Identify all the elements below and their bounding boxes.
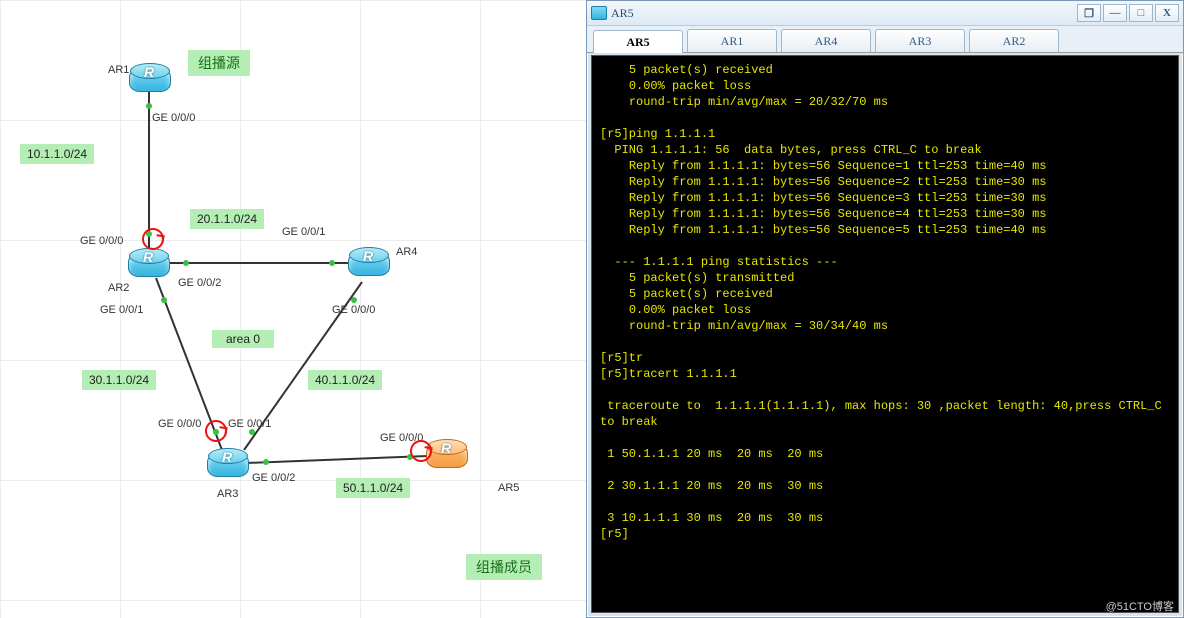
console[interactable]: 5 packet(s) received 0.00% packet loss r… <box>591 55 1179 613</box>
port-ar4-g000: GE 0/0/0 <box>332 304 375 316</box>
label-ar5: AR5 <box>498 482 519 494</box>
tab-ar4[interactable]: AR4 <box>781 29 871 52</box>
link-layer <box>0 0 586 618</box>
router-ar4[interactable]: R <box>348 246 388 278</box>
port-ar1-g000: GE 0/0/0 <box>152 112 195 124</box>
tab-ar3[interactable]: AR3 <box>875 29 965 52</box>
multicast-member: 组播成员 <box>466 554 542 580</box>
console-output: 5 packet(s) received 0.00% packet loss r… <box>592 56 1178 548</box>
tab-ar1[interactable]: AR1 <box>687 29 777 52</box>
port-ar3-g002: GE 0/0/2 <box>252 472 295 484</box>
app-icon <box>591 6 607 20</box>
close-button[interactable]: X <box>1155 4 1179 22</box>
titlebar[interactable]: AR5 ❐ — □ X <box>587 1 1183 26</box>
router-ar3[interactable]: R <box>207 447 247 479</box>
port-ar2-g002: GE 0/0/2 <box>178 277 221 289</box>
net-50: 50.1.1.0/24 <box>336 478 410 498</box>
label-ar2: AR2 <box>108 282 129 294</box>
port-ar3-g001: GE 0/0/1 <box>228 418 271 430</box>
net-40: 40.1.1.0/24 <box>308 370 382 390</box>
port-ar4-g001: GE 0/0/1 <box>282 226 325 238</box>
router-ar1[interactable]: R <box>129 62 169 94</box>
topology-canvas[interactable]: R R R R R AR1 AR2 AR4 AR3 AR5 10.1.1.0/2… <box>0 0 586 618</box>
label-ar3: AR3 <box>217 488 238 500</box>
window-title: AR5 <box>611 6 634 21</box>
net-20: 20.1.1.0/24 <box>190 209 264 229</box>
area-label: area 0 <box>212 330 274 348</box>
port-ar2-g000: GE 0/0/0 <box>80 235 123 247</box>
restore-button[interactable]: ❐ <box>1077 4 1101 22</box>
minimize-button[interactable]: — <box>1103 4 1127 22</box>
router-ar2[interactable]: R <box>128 247 168 279</box>
router-ar5[interactable]: R <box>426 438 466 470</box>
net-10: 10.1.1.0/24 <box>20 144 94 164</box>
multicast-source: 组播源 <box>188 50 250 76</box>
maximize-button[interactable]: □ <box>1129 4 1153 22</box>
tab-ar2[interactable]: AR2 <box>969 29 1059 52</box>
watermark: @51CTO博客 <box>1106 598 1174 614</box>
terminal-window[interactable]: AR5 ❐ — □ X AR5 AR1 AR4 AR3 AR2 5 packet… <box>586 0 1184 618</box>
port-ar3-g000: GE 0/0/0 <box>158 418 201 430</box>
label-ar4: AR4 <box>396 246 417 258</box>
label-ar1: AR1 <box>108 64 129 76</box>
tab-ar5[interactable]: AR5 <box>593 30 683 53</box>
net-30: 30.1.1.0/24 <box>82 370 156 390</box>
tab-bar: AR5 AR1 AR4 AR3 AR2 <box>587 26 1183 53</box>
port-ar2-g001: GE 0/0/1 <box>100 304 143 316</box>
